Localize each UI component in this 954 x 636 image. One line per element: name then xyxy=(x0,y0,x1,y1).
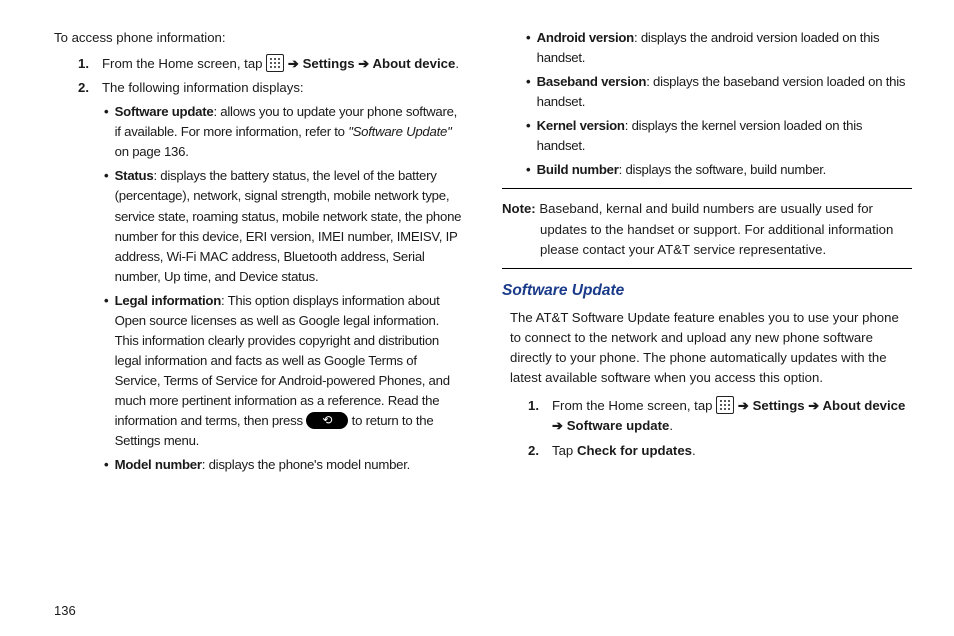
step-number: 1. xyxy=(78,54,92,74)
step-2: 2. The following information displays: xyxy=(78,78,462,98)
step-text: The following information displays: xyxy=(102,78,462,98)
bullet-status: • Status: displays the battery status, t… xyxy=(104,166,462,286)
page-number: 136 xyxy=(54,603,76,618)
section-paragraph: The AT&T Software Update feature enables… xyxy=(510,308,912,388)
bullet-dot-icon: • xyxy=(104,102,109,162)
settings-label: Settings xyxy=(303,56,359,71)
about-device-label: About device xyxy=(819,398,905,413)
step-text: From the Home screen, tap ➔ Settings ➔ A… xyxy=(552,396,912,436)
bullet-text: Build number: displays the software, bui… xyxy=(537,160,912,180)
bullet-dot-icon: • xyxy=(104,455,109,475)
step-number: 2. xyxy=(78,78,92,98)
divider xyxy=(502,188,912,189)
bullet-label: Software update xyxy=(115,104,214,119)
back-button-icon xyxy=(306,412,348,429)
bullet-text: Model number: displays the phone's model… xyxy=(115,455,462,475)
step-2: 2. Tap Check for updates. xyxy=(528,441,912,461)
bullet-body: : This option displays information about… xyxy=(115,293,450,428)
bullet-text: Software update: allows you to update yo… xyxy=(115,102,462,162)
note-text: Baseband, kernal and build numbers are u… xyxy=(536,201,894,256)
arrow-icon: ➔ xyxy=(738,398,749,413)
intro-text: To access phone information: xyxy=(54,28,462,48)
bullet-kernel-version: • Kernel version: displays the kernel ve… xyxy=(526,116,912,156)
bullet-text: Kernel version: displays the kernel vers… xyxy=(537,116,912,156)
bullet-label: Legal information xyxy=(115,293,221,308)
period: . xyxy=(455,56,459,71)
arrow-icon: ➔ xyxy=(552,418,563,433)
step2-pre: Tap xyxy=(552,443,577,458)
bullet-body: : displays the phone's model number. xyxy=(202,457,410,472)
bullet-android-version: • Android version: displays the android … xyxy=(526,28,912,68)
step-number: 1. xyxy=(528,396,542,436)
step-text: From the Home screen, tap ➔ Settings ➔ A… xyxy=(102,54,462,74)
bullet-label: Kernel version xyxy=(537,118,625,133)
bullet-model-number: • Model number: displays the phone's mod… xyxy=(104,455,462,475)
period: . xyxy=(692,443,696,458)
step-number: 2. xyxy=(528,441,542,461)
bullet-software-update: • Software update: allows you to update … xyxy=(104,102,462,162)
bullet-text: Status: displays the battery status, the… xyxy=(115,166,462,286)
divider xyxy=(502,268,912,269)
period: . xyxy=(669,418,673,433)
bullet-label: Status xyxy=(115,168,154,183)
note-label: Note: xyxy=(502,201,536,216)
right-column: • Android version: displays the android … xyxy=(502,28,912,592)
bullet-body: : displays the battery status, the level… xyxy=(115,168,462,283)
step-1: 1. From the Home screen, tap ➔ Settings … xyxy=(78,54,462,74)
step1-pre: From the Home screen, tap xyxy=(552,398,716,413)
bullet-build-number: • Build number: displays the software, b… xyxy=(526,160,912,180)
about-device-label: About device xyxy=(369,56,455,71)
bullet-tail: on page 136. xyxy=(115,144,189,159)
bullet-dot-icon: • xyxy=(526,28,531,68)
bullet-label: Baseband version xyxy=(537,74,647,89)
arrow-icon: ➔ xyxy=(288,56,303,71)
step-1: 1. From the Home screen, tap ➔ Settings … xyxy=(528,396,912,436)
bullet-text: Android version: displays the android ve… xyxy=(537,28,912,68)
section-heading-software-update: Software Update xyxy=(502,279,912,303)
settings-label: Settings xyxy=(749,398,808,413)
bullet-baseband-version: • Baseband version: displays the baseban… xyxy=(526,72,912,112)
note-block: Note: Baseband, kernal and build numbers… xyxy=(502,199,912,259)
apps-grid-icon xyxy=(266,54,284,72)
bullet-label: Android version xyxy=(537,30,634,45)
bullet-dot-icon: • xyxy=(526,116,531,156)
arrow-icon: ➔ xyxy=(358,56,369,71)
bullet-text: Legal information: This option displays … xyxy=(115,291,462,452)
arrow-icon: ➔ xyxy=(808,398,819,413)
bullet-text: Baseband version: displays the baseband … xyxy=(537,72,912,112)
bullet-body: : displays the software, build number. xyxy=(619,162,826,177)
cross-reference: "Software Update" xyxy=(348,124,451,139)
bullet-label: Build number xyxy=(537,162,619,177)
bullet-legal-information: • Legal information: This option display… xyxy=(104,291,462,452)
apps-grid-icon xyxy=(716,396,734,414)
software-update-label: Software update xyxy=(563,418,669,433)
step-text: Tap Check for updates. xyxy=(552,441,912,461)
bullet-dot-icon: • xyxy=(104,291,109,452)
step1-pre: From the Home screen, tap xyxy=(102,56,266,71)
bullet-dot-icon: • xyxy=(526,160,531,180)
bullet-label: Model number xyxy=(115,457,202,472)
bullet-dot-icon: • xyxy=(526,72,531,112)
check-for-updates-label: Check for updates xyxy=(577,443,692,458)
bullet-dot-icon: • xyxy=(104,166,109,286)
left-column: To access phone information: 1. From the… xyxy=(52,28,462,592)
